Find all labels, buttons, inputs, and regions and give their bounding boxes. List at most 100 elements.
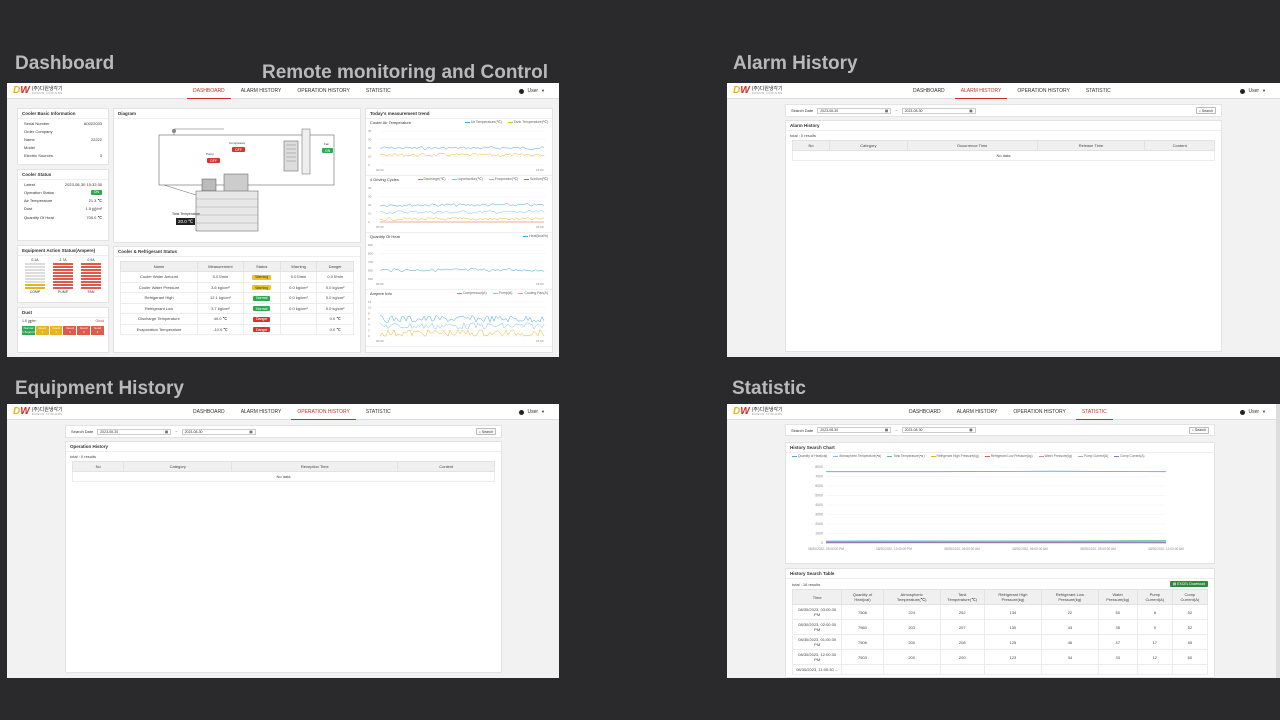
nav-dashboard[interactable]: DASHBOARD [905,83,953,99]
nav-statistic[interactable]: STATISTIC [1078,83,1119,99]
column-header[interactable]: No [791,140,831,151]
column-header[interactable]: Refrigerant Low Pressure(kg) [1041,589,1099,605]
user-menu[interactable]: User ▼ [519,404,545,420]
date-from[interactable]: 2023-08-30 ▦ [817,107,892,114]
compressor-state-badge[interactable]: OFF [232,147,245,152]
user-menu[interactable]: User ▼ [1240,83,1266,99]
y-tick: 20 [368,146,372,150]
legend-item[interactable]: Water Pressure(kg) [1038,454,1072,458]
column-header[interactable]: Time [791,589,843,605]
legend-item[interactable]: Cooling Fan(A) [518,291,548,295]
user-menu[interactable]: User ▼ [519,83,545,99]
legend-item[interactable]: Evaporator(℃) [488,177,518,181]
nav-statistic[interactable]: STATISTIC [358,83,399,99]
date-from[interactable]: 2023-08-30 ▦ [817,427,892,433]
column-header[interactable]: Atmospheric Temperature(℃) [882,589,941,605]
column-header[interactable]: Pump Current(A) [1136,589,1173,605]
status-label: Latest [24,181,35,187]
legend-item[interactable]: Compressor(A) [456,291,487,295]
column-header[interactable]: Category [123,461,233,472]
user-icon [1240,409,1246,415]
search-bar: Search Date 2023-08-30 ▦ ~ 2023-08-30 ▦ ⌕ … [785,104,1222,117]
column-header[interactable]: Water Pressure(kg) [1097,589,1138,605]
legend-item[interactable]: Quantity of Heat(cal) [792,454,827,458]
nav-operation-history[interactable]: OPERATION HISTORY [289,404,358,420]
legend-item[interactable]: Discharge(℃) [417,177,446,181]
nav-alarm-history[interactable]: ALARM HISTORY [233,404,290,420]
nav-dashboard[interactable]: DASHBOARD [185,83,233,99]
diagram-card: Diagram Compressor OFF Pump OFF Fan ON T… [113,108,361,243]
legend-item[interactable]: Air Temperature(℃) [464,120,502,124]
y-tick: 900 [368,243,373,247]
main-nav: DASHBOARD ALARM HISTORY OPERATION HISTOR… [185,404,399,420]
nav-dashboard[interactable]: DASHBOARD [901,404,949,420]
column-header[interactable]: Refrigerant High Pressure(kg) [983,589,1043,605]
date-to[interactable]: 2023-08-30 ▦ [901,107,976,114]
dust-level-sub: 4 [96,329,99,334]
table-cell: 60 [1171,649,1209,665]
logo: DW (주)디원냉각기 DAWON COOLERS [13,406,63,417]
cell-meas: 3.6 kg/cm² [197,281,244,293]
pump-state-badge[interactable]: OFF [207,158,220,163]
column-header: Danger [316,261,354,272]
column-header[interactable]: Content [1144,140,1215,151]
status-value: 700.0 ℃ [86,214,102,220]
legend-item[interactable]: Refrigerant High Pressure(kg) [930,454,979,458]
date-to[interactable]: 2023-08-30 ▦ [181,428,256,435]
date-to[interactable]: 2023-08-30 ▦ [901,427,976,433]
nav-alarm-history[interactable]: ALARM HISTORY [953,83,1010,99]
legend-item[interactable]: Pump(A) [492,291,512,295]
column-header[interactable]: Comp Current(A) [1171,589,1209,605]
fan-state-badge[interactable]: ON [322,148,334,153]
nav-operation-history[interactable]: OPERATION HISTORY [289,83,358,99]
nav-statistic[interactable]: STATISTIC [358,404,399,420]
section-title-alarm: Alarm History [733,53,858,74]
legend-item[interactable]: Pump Current(A) [1078,454,1108,458]
search-button[interactable]: ⌕ Search [1188,426,1209,434]
nav-operation-history[interactable]: OPERATION HISTORY [1009,83,1078,99]
column-header[interactable]: No [71,461,125,472]
y-tick: 10 [368,306,372,310]
ampere-bar [25,266,45,268]
legend-item[interactable]: Comp Current(A) [1114,454,1144,458]
column-header[interactable]: Quantity of Heat(cal) [841,589,884,605]
nav-alarm-history[interactable]: ALARM HISTORY [949,404,1006,420]
nav-alarm-history[interactable]: ALARM HISTORY [233,83,290,99]
y-tick: 6 [368,317,370,321]
column-header[interactable]: Occurrence Time [906,140,1038,151]
column-header[interactable]: Content [397,461,495,472]
nav-dashboard[interactable]: DASHBOARD [185,404,233,420]
nav-operation-history[interactable]: OPERATION HISTORY [1005,404,1074,420]
cell-danger: 0.0 kg/cm² [316,302,354,314]
column-header[interactable]: Release Time [1036,140,1146,151]
search-button[interactable]: ⌕ Search [1195,107,1216,114]
excel-download-button[interactable]: ▤ EXCEL Download [1169,581,1208,587]
legend-item[interactable]: Liquefaction(℃) [451,177,483,181]
nav-statistic[interactable]: STATISTIC [1074,404,1115,420]
table-row: Refrigerant High 12.1 kg/cm² Normal 0.0 kg/… [119,292,354,304]
legend-item[interactable]: Tank Temperature(℃) [887,454,925,458]
column-header[interactable]: Reception Time [231,461,399,472]
cell-warn: 0.0 kg/cm² [279,302,318,314]
column-header[interactable]: Category [829,140,908,151]
table-row: Discharge Temperature 40.0 ℃ Danger 0.0 ℃ [119,313,354,325]
calendar-icon: ▦ [884,428,889,432]
legend-item[interactable]: Heat(kcal/h) [523,234,548,238]
column-header[interactable]: Tank Temperature(℃) [939,589,985,605]
user-menu[interactable]: User ▼ [1240,404,1266,420]
legend-item[interactable]: Atmospheric Temperature(℃) [833,454,881,458]
legend-item[interactable]: Tank Temperature(℃) [507,120,548,124]
ampere-bar [81,284,101,286]
equipment-name: FAN [87,290,95,294]
status-label: Dust [24,205,33,211]
table-row: Cooler Water Amount 5.0 ℓ/min Warning 0.0 ℓ… [119,271,354,283]
date-from[interactable]: 2023-08-30 ▦ [97,428,172,435]
basic-info-label: Model [24,144,35,150]
table-cell: 17 [1136,634,1173,650]
y-tick: 30 [368,195,372,199]
search-button[interactable]: ⌕ Search [475,428,496,435]
scrollbar[interactable] [1276,404,1280,678]
legend-item[interactable]: Suction(℃) [524,177,548,181]
legend-item[interactable]: Refrigerant Low Pressure(kg) [984,454,1033,458]
table-row: Evaporation Temperature -10.0 ℃ Danger 0.0 … [119,323,354,335]
